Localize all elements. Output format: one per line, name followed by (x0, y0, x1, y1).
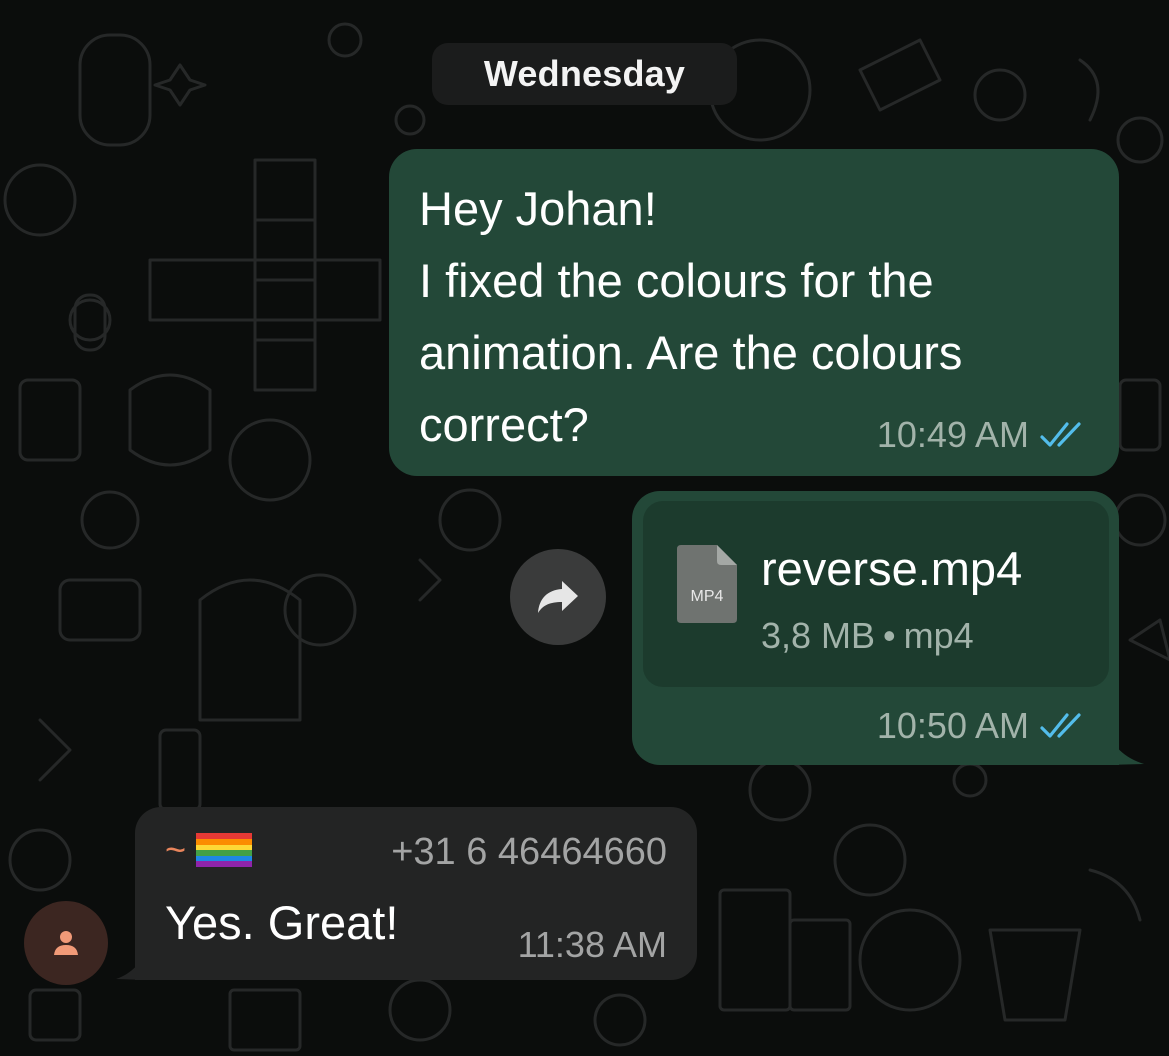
file-name: reverse.mp4 (761, 542, 1023, 595)
bubble-tail (1106, 724, 1144, 765)
outgoing-file-message[interactable]: MP4 reverse.mp4 3,8 MB • mp4 10:50 AM (632, 491, 1119, 765)
file-type-label: MP4 (691, 588, 724, 605)
rainbow-flag-icon (196, 833, 253, 867)
message-meta: 10:49 AM (877, 414, 1089, 456)
forward-button[interactable] (510, 549, 606, 645)
sender-phone[interactable]: +31 6 46464660 (391, 831, 667, 874)
file-document-icon: MP4 (677, 545, 737, 623)
sender-avatar[interactable] (24, 901, 108, 985)
incoming-message[interactable]: ~ +31 6 46464660 Yes. Great! 11:38 AM (135, 807, 697, 980)
forward-arrow-icon (538, 581, 578, 613)
message-time: 11:38 AM (517, 924, 667, 965)
double-check-icon (1040, 422, 1081, 447)
double-check-icon (1040, 713, 1081, 738)
message-time: 10:49 AM (876, 414, 1029, 455)
file-info-separator: • (883, 615, 896, 656)
message-meta: 10:50 AM (877, 705, 1089, 747)
file-attachment[interactable]: MP4 reverse.mp4 3,8 MB • mp4 (643, 501, 1109, 687)
message-meta: 11:38 AM (518, 924, 667, 966)
outgoing-message[interactable]: Hey Johan! I fixed the colours for the a… (389, 149, 1119, 476)
file-info: 3,8 MB • mp4 (761, 615, 974, 657)
file-size: 3,8 MB (761, 615, 876, 656)
person-icon (54, 931, 78, 955)
message-time: 10:50 AM (876, 705, 1029, 746)
message-text: Yes. Great! (165, 896, 399, 949)
date-divider-label: Wednesday (483, 53, 686, 94)
file-extension: mp4 (903, 615, 974, 656)
sender-name[interactable]: ~ (165, 829, 253, 871)
date-divider: Wednesday (432, 43, 737, 105)
sender-name-prefix: ~ (165, 829, 187, 870)
